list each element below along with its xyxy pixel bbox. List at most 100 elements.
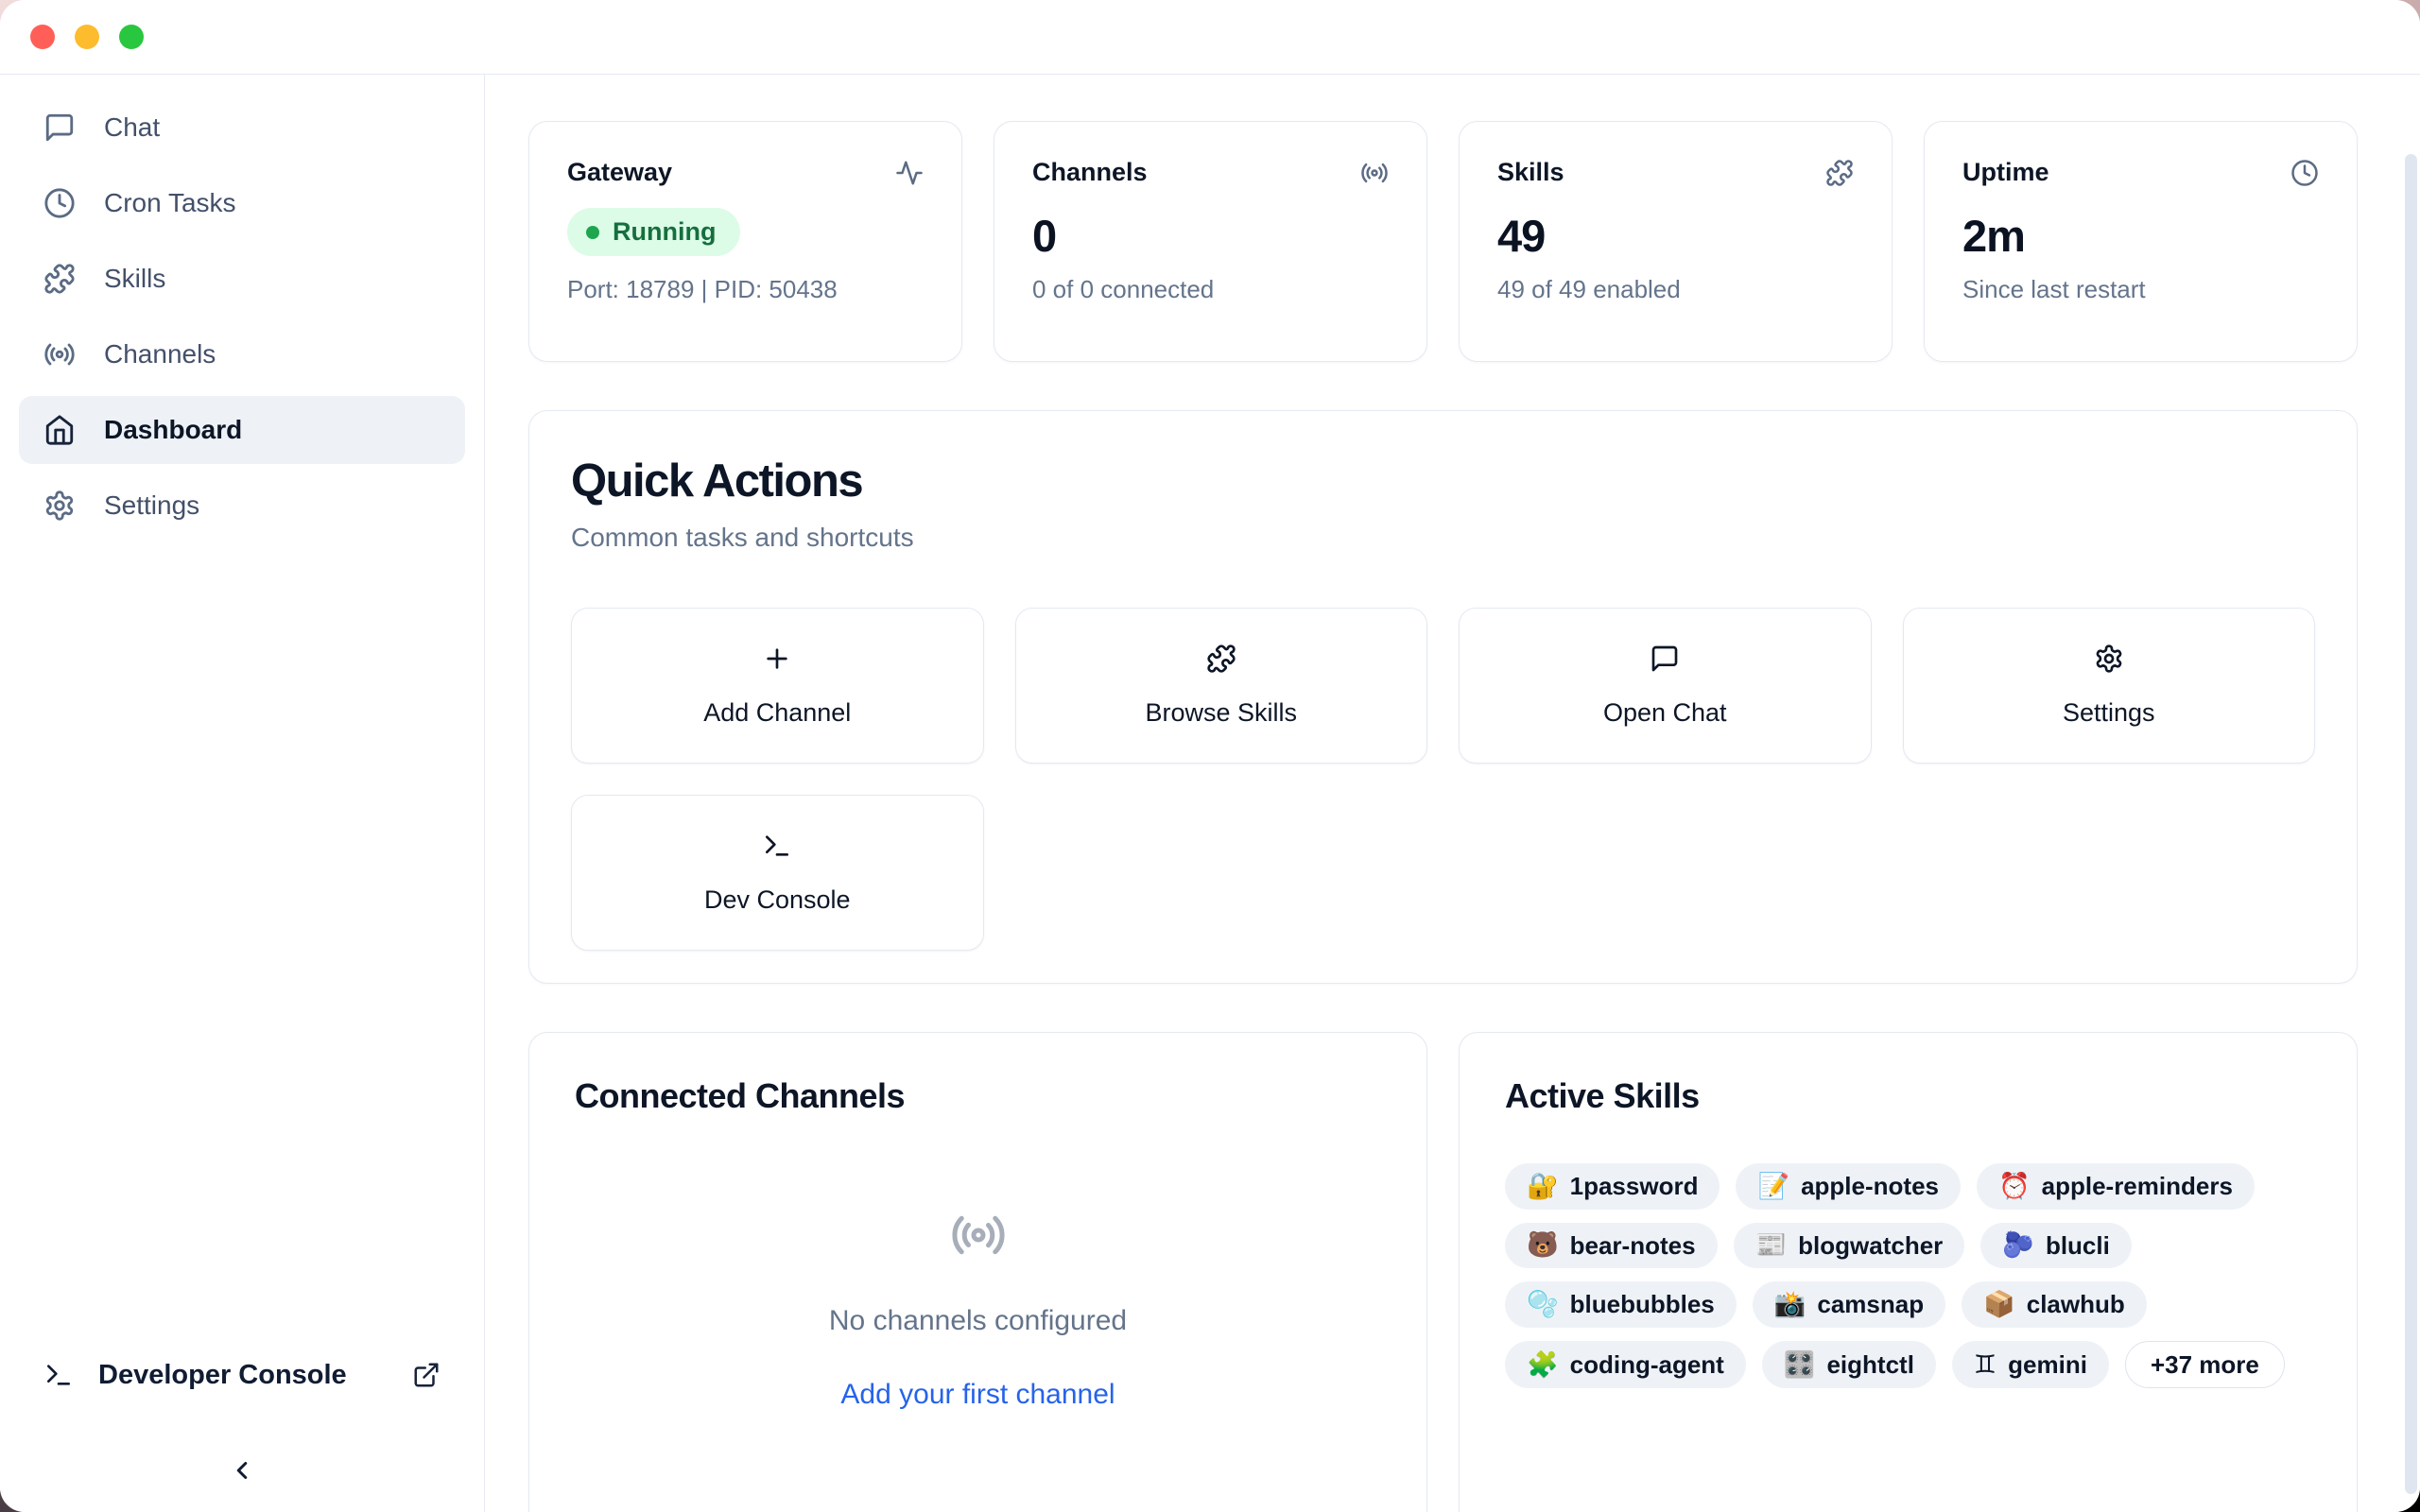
skill-emoji-icon: 🎛️ — [1784, 1352, 1816, 1378]
stat-card-uptime: Uptime 2m Since last restart — [1924, 121, 2358, 362]
skill-emoji-icon: ⏰ — [1998, 1174, 2031, 1199]
skill-emoji-icon: 🫧 — [1527, 1292, 1559, 1317]
stat-value: 2m — [1962, 210, 2319, 262]
puzzle-icon — [43, 263, 76, 295]
active-skills-card: Active Skills 🔐1password 📝apple-notes ⏰ app… — [1459, 1032, 2358, 1512]
skill-name: clawhub — [2027, 1291, 2125, 1318]
sidebar-item-label: Skills — [104, 264, 165, 294]
chat-icon — [1650, 644, 1680, 674]
puzzle-icon — [1206, 644, 1236, 674]
developer-console-button[interactable]: Developer Console — [0, 1342, 484, 1408]
skill-name: apple-notes — [1801, 1173, 1939, 1200]
skill-name: bear-notes — [1570, 1232, 1696, 1260]
scrollbar-thumb[interactable] — [2405, 154, 2417, 1494]
window-body: Chat Cron Tasks Skills Channels Dashboard Set… — [0, 75, 2420, 1512]
quick-action-label: Browse Skills — [1145, 698, 1297, 728]
quick-actions-subtitle: Common tasks and shortcuts — [571, 523, 2315, 553]
radio-icon — [43, 338, 76, 370]
collapse-sidebar-button[interactable] — [221, 1450, 263, 1491]
status-label: Running — [613, 217, 716, 247]
sidebar-item-chat[interactable]: Chat — [19, 94, 465, 162]
stat-detail: 49 of 49 enabled — [1497, 275, 1854, 304]
skill-name: eightctl — [1826, 1351, 1913, 1379]
active-skills-title: Active Skills — [1505, 1076, 2311, 1116]
skill-name: blucli — [2046, 1232, 2110, 1260]
skill-name: camsnap — [1817, 1291, 1924, 1318]
external-link-icon — [412, 1361, 441, 1389]
skill-name: bluebubbles — [1570, 1291, 1715, 1318]
app-window: Chat Cron Tasks Skills Channels Dashboard Set… — [0, 0, 2420, 1512]
sidebar-item-settings[interactable]: Settings — [19, 472, 465, 540]
gear-icon — [43, 490, 76, 522]
status-badge: Running — [567, 208, 740, 256]
channels-empty-state: No channels configured Add your first ch… — [575, 1116, 1381, 1411]
skill-emoji-icon: 📦 — [1983, 1292, 2015, 1317]
chat-icon — [43, 112, 76, 144]
quick-action-label: Add Channel — [703, 698, 851, 728]
add-first-channel-link[interactable]: Add your first channel — [840, 1379, 1115, 1411]
quick-action-label: Settings — [2063, 698, 2155, 728]
sidebar-item-label: Cron Tasks — [104, 188, 236, 218]
quick-action-browse-skills[interactable]: Browse Skills — [1015, 608, 1428, 764]
sidebar-item-label: Settings — [104, 490, 199, 521]
skill-emoji-icon: 🐻 — [1527, 1232, 1559, 1258]
skill-name: 1password — [1570, 1173, 1699, 1200]
plus-icon — [762, 644, 792, 674]
stat-detail: 0 of 0 connected — [1032, 275, 1389, 304]
close-button[interactable] — [30, 25, 55, 49]
skill-chip-gemini: ♊gemini — [1952, 1341, 2109, 1389]
skill-name: blogwatcher — [1798, 1232, 1943, 1260]
stat-header: Uptime — [1962, 158, 2319, 187]
skill-chip-apple-reminders: ⏰ apple-reminders — [1977, 1163, 2255, 1210]
quick-action-add-channel[interactable]: Add Channel — [571, 608, 984, 764]
sidebar-item-dashboard[interactable]: Dashboard — [19, 396, 465, 464]
stat-detail: Port: 18789 | PID: 50438 — [567, 275, 924, 304]
stat-title: Skills — [1497, 158, 1564, 187]
sidebar-item-label: Dashboard — [104, 415, 242, 445]
stat-title: Gateway — [567, 158, 672, 187]
chevron-left-icon — [228, 1456, 256, 1485]
quick-action-open-chat[interactable]: Open Chat — [1459, 608, 1872, 764]
stats-row: Gateway Running Port: 18789 | PID: 50438… — [528, 121, 2358, 362]
skill-chip-1password: 🔐1password — [1505, 1163, 1720, 1210]
clock-icon — [43, 187, 76, 219]
sidebar-nav: Chat Cron Tasks Skills Channels Dashboard Set… — [0, 75, 484, 547]
skill-chip-apple-notes: 📝apple-notes — [1736, 1163, 1961, 1210]
home-icon — [43, 414, 76, 446]
skill-chip-coding-agent: 🧩coding-agent — [1505, 1341, 1746, 1389]
terminal-icon — [762, 831, 792, 861]
sidebar-item-label: Chat — [104, 112, 160, 143]
sidebar-collapse-row — [0, 1450, 484, 1491]
skill-emoji-icon: 🫐 — [2002, 1232, 2034, 1258]
skill-emoji-icon: ♊ — [1974, 1352, 1996, 1378]
sidebar: Chat Cron Tasks Skills Channels Dashboard Set… — [0, 75, 485, 1512]
terminal-icon — [43, 1360, 74, 1390]
stat-title: Channels — [1032, 158, 1148, 187]
stat-title: Uptime — [1962, 158, 2049, 187]
sidebar-item-label: Channels — [104, 339, 216, 369]
sidebar-item-cron-tasks[interactable]: Cron Tasks — [19, 169, 465, 237]
skill-name: apple-reminders — [2042, 1173, 2233, 1200]
dashboard-main: Gateway Running Port: 18789 | PID: 50438… — [485, 75, 2420, 1512]
developer-console-label: Developer Console — [98, 1360, 347, 1391]
quick-actions-grid: Add Channel Browse Skills Open Chat Setting… — [571, 608, 2315, 951]
radio-icon — [950, 1207, 1007, 1263]
skill-chip-clawhub: 📦 clawhub — [1962, 1281, 2147, 1328]
minimize-button[interactable] — [75, 25, 99, 49]
quick-action-dev-console[interactable]: Dev Console — [571, 795, 984, 951]
skill-emoji-icon: 📸 — [1774, 1292, 1806, 1317]
stat-card-gateway: Gateway Running Port: 18789 | PID: 50438 — [528, 121, 962, 362]
gear-icon — [2094, 644, 2124, 674]
skill-chip-bluebubbles: 🫧 bluebubbles — [1505, 1281, 1737, 1328]
stat-header: Skills — [1497, 158, 1854, 187]
skill-chip-eightctl: 🎛️ eightctl — [1762, 1341, 1936, 1389]
zoom-button[interactable] — [119, 25, 144, 49]
bottom-row: Connected Channels No channels configure… — [528, 1032, 2358, 1512]
quick-action-settings[interactable]: Settings — [1903, 608, 2316, 764]
skill-chip-blucli: 🫐 blucli — [1980, 1223, 2132, 1269]
sidebar-item-skills[interactable]: Skills — [19, 245, 465, 313]
skills-more-button[interactable]: +37 more — [2125, 1341, 2285, 1389]
quick-actions-panel: Quick Actions Common tasks and shortcuts… — [528, 410, 2358, 984]
sidebar-item-channels[interactable]: Channels — [19, 320, 465, 388]
skill-chip-camsnap: 📸 camsnap — [1753, 1281, 1945, 1328]
